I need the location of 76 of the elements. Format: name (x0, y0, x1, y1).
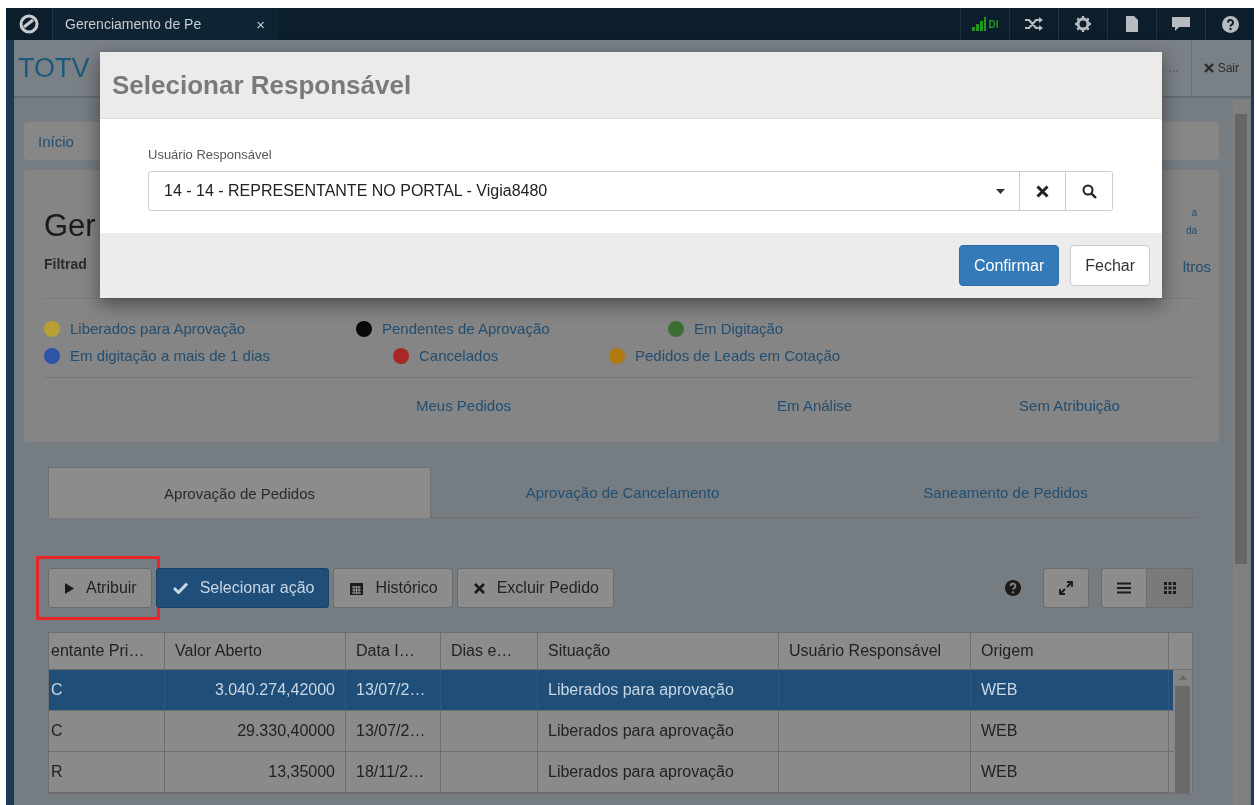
delete-icon (473, 582, 485, 594)
signal-label: DI (988, 18, 999, 30)
column-header[interactable]: entante Pri… (49, 633, 165, 669)
confirm-button[interactable]: Confirmar (958, 245, 1060, 286)
play-icon (65, 582, 74, 594)
dialog-title: Selecionar Responsável (112, 69, 412, 101)
grid-view-button[interactable] (1147, 568, 1193, 608)
legend-label: Em Digitação (694, 320, 784, 337)
table-cell: Liberados para aprovação (548, 722, 734, 740)
column-header[interactable]: Usuário Responsável (779, 633, 971, 669)
legend-label: Em digitação a mais de 1 dias (70, 347, 271, 364)
table-cell: R (51, 763, 63, 781)
link-text[interactable]: a (1191, 204, 1197, 222)
column-header[interactable]: Data I… (346, 633, 441, 669)
tab[interactable]: Aprovação de Pedidos (48, 467, 431, 518)
table-cell: 13/07/2… (356, 681, 426, 699)
list-icon (1117, 582, 1131, 594)
close-button[interactable]: Fechar (1070, 245, 1150, 286)
brand-logo: TOTV (17, 52, 90, 84)
grid-icon (1163, 582, 1176, 594)
table-cell: WEB (981, 722, 1018, 740)
table-row[interactable]: R 13,35000 18/11/2… Liberados para aprovação WEB (49, 752, 1173, 793)
expand-icon (1059, 581, 1073, 595)
toolbar-button[interactable]: Histórico (333, 568, 453, 608)
table-cell: 3.040.274,42000 (214, 681, 335, 699)
toolbar-button[interactable]: Selecionar ação (155, 568, 330, 608)
logout-button[interactable]: Sair (1190, 40, 1251, 96)
toolbar-button[interactable]: Excluir Pedido (456, 568, 614, 608)
breadcrumb-link[interactable]: Início (38, 132, 74, 150)
scrollbar[interactable] (1173, 670, 1192, 793)
help-icon[interactable] (1005, 580, 1021, 596)
column-header[interactable]: Situação (538, 633, 779, 669)
table-cell: C (51, 681, 63, 699)
column-header[interactable]: Dias e… (441, 633, 538, 669)
table-cell: Liberados para aprovação (548, 681, 734, 699)
table-cell: 13/07/2… (356, 722, 426, 740)
logo-icon (19, 14, 39, 34)
table-cell: Liberados para aprovação (548, 763, 734, 781)
filter-link[interactable]: Sem Atribuição (942, 397, 1197, 414)
close-button[interactable]: × (256, 15, 265, 33)
legend-label: Pedidos de Leads em Cotação (635, 347, 841, 364)
table-row[interactable]: C 3.040.274,42000 13/07/2… Liberados para aprovação WEB (49, 670, 1173, 711)
link-text[interactable]: da (1185, 222, 1197, 240)
table-cell: 13,35000 (268, 763, 335, 781)
table-cell: 29.330,40000 (237, 722, 335, 740)
table-row[interactable]: C 29.330,40000 13/07/2… Liberados para aprovação WEB (49, 711, 1173, 752)
check-icon (172, 582, 188, 594)
page-scrollbar[interactable] (1233, 100, 1249, 805)
list-view-button[interactable] (1101, 568, 1147, 608)
legend-label: Pendentes de Aprovação (382, 320, 550, 337)
ellipsis-text: ... (1168, 61, 1179, 75)
field-label: Usuário Responsável (148, 147, 273, 162)
document-icon[interactable] (1126, 16, 1138, 32)
expand-button[interactable] (1043, 568, 1089, 608)
calendar-icon (350, 581, 364, 595)
app-tab[interactable]: Gerenciamento de Pe × (53, 8, 279, 40)
page-title: Ger (44, 207, 96, 244)
shuffle-icon[interactable] (1025, 17, 1043, 31)
signal-icon (971, 17, 986, 31)
settings-icon[interactable] (1075, 16, 1091, 32)
help-icon[interactable] (1221, 15, 1239, 33)
chat-icon[interactable] (1172, 17, 1190, 31)
column-header[interactable]: Valor Aberto (165, 633, 346, 669)
filter-label: Filtrad (44, 256, 88, 272)
table-cell: WEB (981, 681, 1018, 699)
legend-label: Cancelados (419, 347, 499, 364)
toolbar-button[interactable]: Atribuir (48, 568, 152, 608)
legend-label: Liberados para Aprovação (70, 320, 246, 337)
close-icon (1203, 63, 1214, 73)
filter-link[interactable]: Meus Pedidos (416, 397, 512, 414)
column-header[interactable]: Origem (971, 633, 1169, 669)
table-cell: C (51, 722, 63, 740)
table-cell: 18/11/2… (356, 763, 425, 781)
filter-link[interactable]: Em Análise (687, 397, 943, 414)
link-text[interactable]: ltros (1182, 258, 1211, 276)
table-cell: WEB (981, 763, 1018, 781)
